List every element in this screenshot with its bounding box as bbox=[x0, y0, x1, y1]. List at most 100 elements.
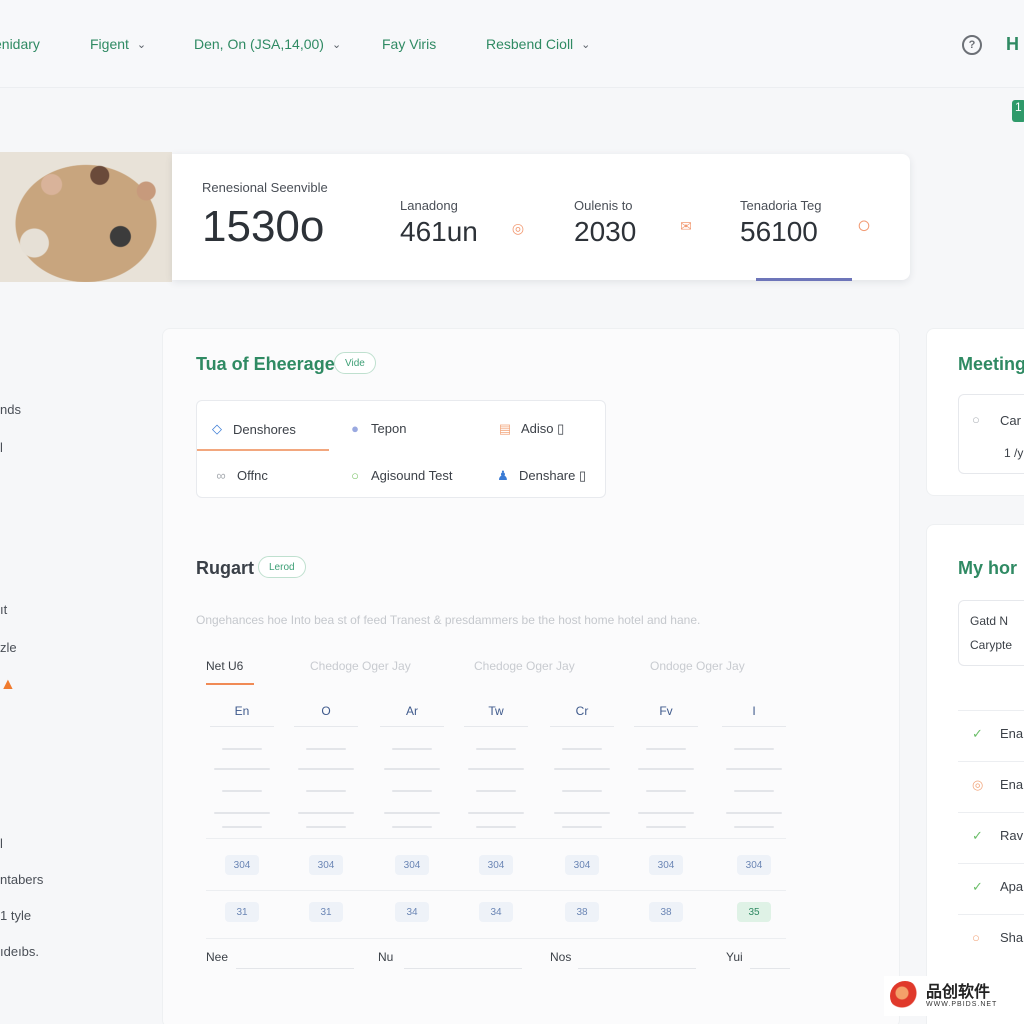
slot-placeholder bbox=[384, 768, 440, 770]
tool-label: Denshare ▯ bbox=[519, 468, 587, 483]
date-chip[interactable]: 304 bbox=[225, 855, 259, 875]
radio-icon[interactable]: ○ bbox=[972, 412, 980, 427]
date-chip[interactable]: 35 bbox=[737, 902, 771, 922]
task-label: Ena bbox=[1000, 777, 1024, 792]
sidebar-item[interactable]: nds bbox=[0, 402, 21, 417]
date-chip[interactable]: 38 bbox=[649, 902, 683, 922]
tool-label: Agisound Test bbox=[371, 468, 453, 483]
footer-field[interactable] bbox=[578, 968, 696, 969]
sidebar-item[interactable]: ntabers bbox=[0, 872, 43, 887]
tool-label: Offnc bbox=[237, 468, 268, 483]
tool-item-0[interactable]: ◇ Denshores bbox=[209, 421, 296, 437]
check-icon: ✓ bbox=[972, 726, 983, 741]
help-icon[interactable]: ? bbox=[962, 35, 982, 55]
day-header[interactable]: Fv bbox=[634, 704, 698, 727]
footer-field[interactable] bbox=[750, 968, 790, 969]
footer-label: Nee bbox=[206, 950, 229, 964]
schedule-tab-2[interactable]: Chedoge Oger Jay bbox=[474, 659, 575, 673]
nav-item-3[interactable]: Fay Viris bbox=[382, 36, 436, 52]
compass-icon: ◇ bbox=[212, 421, 222, 436]
date-chip[interactable]: 304 bbox=[565, 855, 599, 875]
tool-label: Tepon bbox=[371, 421, 407, 436]
tool-item-3[interactable]: ∞ Offnc bbox=[213, 468, 268, 483]
slot-placeholder bbox=[392, 826, 432, 828]
tool-item-5[interactable]: ♟ Denshare ▯ bbox=[495, 468, 586, 484]
sidebar-item[interactable]: ıt bbox=[0, 602, 7, 617]
tool-item-1[interactable]: ● Tepon bbox=[347, 421, 406, 436]
watermark-logo-icon bbox=[890, 981, 920, 1011]
footer-field[interactable] bbox=[236, 968, 354, 969]
clock-icon: ◎ bbox=[972, 777, 984, 792]
slot-placeholder bbox=[298, 768, 354, 770]
day-header[interactable]: Tw bbox=[464, 704, 528, 727]
slot-placeholder bbox=[476, 826, 516, 828]
meeting-card[interactable] bbox=[958, 394, 1024, 474]
schedule-tab-3[interactable]: Ondoge Oger Jay bbox=[650, 659, 745, 673]
nav-item-0[interactable]: enidary bbox=[0, 36, 40, 52]
day-header[interactable]: En bbox=[210, 704, 274, 727]
day-header[interactable]: I bbox=[722, 704, 786, 727]
tool-item-4[interactable]: ○ Agisound Test bbox=[347, 468, 452, 483]
sidebar-item[interactable]: 1 tyle bbox=[0, 908, 31, 923]
nav-item-4[interactable]: Resbend Cioll ⌄ bbox=[486, 36, 590, 52]
info-card[interactable] bbox=[958, 600, 1024, 666]
meeting-item: Car bbox=[1000, 413, 1021, 428]
mail-icon: ✉ bbox=[680, 217, 692, 234]
watermark-sub: WWW.PBIDS.NET bbox=[926, 1000, 998, 1008]
day-header[interactable]: O bbox=[294, 704, 358, 727]
slot-placeholder bbox=[222, 748, 262, 750]
stat-label: Oulenis to bbox=[574, 198, 633, 213]
date-chip[interactable]: 304 bbox=[737, 855, 771, 875]
stats-card: Renesional Seenvible 1530o Lanadong 461u… bbox=[172, 154, 910, 281]
row-divider bbox=[206, 890, 786, 891]
circle-icon: ○ bbox=[856, 212, 872, 239]
sidebar-item[interactable]: zle bbox=[0, 640, 17, 655]
people-icon: ♟ bbox=[497, 468, 509, 483]
nav-item-1[interactable]: Figent ⌄ bbox=[90, 36, 146, 52]
schedule-tab-0[interactable]: Net U6 bbox=[206, 659, 243, 673]
nav-item-2[interactable]: Den, On (JSA,14,00) ⌄ bbox=[194, 36, 341, 52]
notification-badge[interactable]: 1 bbox=[1012, 100, 1024, 122]
date-chip[interactable]: 31 bbox=[309, 902, 343, 922]
sidebar-item[interactable]: ıdeıbs. bbox=[0, 944, 39, 959]
date-chip[interactable]: 304 bbox=[395, 855, 429, 875]
clock-icon: ○ bbox=[972, 930, 980, 945]
slot-placeholder bbox=[554, 768, 610, 770]
watermark-main: 品创软件 bbox=[926, 983, 991, 1001]
sidebar-item[interactable]: l bbox=[0, 836, 3, 851]
schedule-badge[interactable]: Lerod bbox=[258, 556, 306, 578]
info-card-line: Gatd N bbox=[970, 614, 1009, 628]
slot-placeholder bbox=[392, 748, 432, 750]
check-icon: ✓ bbox=[972, 828, 983, 843]
check-icon: ✓ bbox=[972, 879, 983, 894]
schedule-tab-1[interactable]: Chedoge Oger Jay bbox=[310, 659, 411, 673]
date-chip[interactable]: 304 bbox=[479, 855, 513, 875]
date-chip[interactable]: 304 bbox=[649, 855, 683, 875]
footer-label: Nos bbox=[550, 950, 572, 964]
top-navigation: enidary Figent ⌄ Den, On (JSA,14,00) ⌄ F… bbox=[0, 0, 1024, 88]
day-header[interactable]: Ar bbox=[380, 704, 444, 727]
date-chip[interactable]: 38 bbox=[565, 902, 599, 922]
alert-icon: ◎ bbox=[511, 219, 525, 236]
nav-item-label: Figent bbox=[90, 36, 129, 52]
date-chip[interactable]: 34 bbox=[479, 902, 513, 922]
box-icon: ▤ bbox=[498, 421, 512, 436]
user-menu[interactable]: H bbox=[1006, 34, 1019, 55]
tool-item-2[interactable]: ▤ Adiso ▯ bbox=[497, 421, 564, 437]
day-header[interactable]: Cr bbox=[550, 704, 614, 727]
date-chip[interactable]: 34 bbox=[395, 902, 429, 922]
active-stat-indicator bbox=[756, 278, 852, 281]
stat-value: 56100 bbox=[740, 216, 818, 247]
date-chip[interactable]: 304 bbox=[309, 855, 343, 875]
slot-placeholder bbox=[562, 826, 602, 828]
date-chip[interactable]: 31 bbox=[225, 902, 259, 922]
slot-placeholder bbox=[646, 826, 686, 828]
row-divider bbox=[206, 938, 786, 939]
chevron-down-icon: ⌄ bbox=[331, 38, 342, 51]
stat-label: Renesional Seenvible bbox=[202, 180, 328, 195]
footer-field[interactable] bbox=[404, 968, 522, 969]
sidebar-item[interactable]: l bbox=[0, 440, 3, 455]
row-divider bbox=[206, 838, 786, 839]
tools-badge[interactable]: Vide bbox=[334, 352, 376, 374]
slot-placeholder bbox=[306, 790, 346, 792]
